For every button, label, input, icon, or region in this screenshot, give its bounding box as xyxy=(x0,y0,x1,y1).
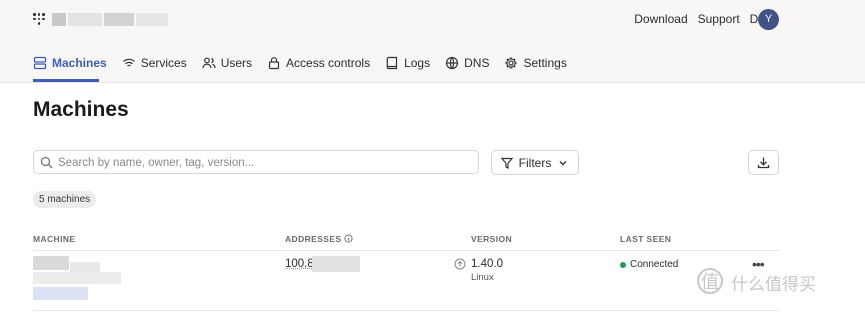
column-header-version[interactable]: VERSION xyxy=(471,234,512,244)
tab-label: Users xyxy=(220,56,253,70)
connected-status-dot xyxy=(620,262,626,268)
tab-label: Access controls xyxy=(286,56,371,70)
watermark: 值 什么值得买 xyxy=(697,268,857,304)
search-input[interactable] xyxy=(56,153,470,173)
tab-label: Logs xyxy=(404,56,431,70)
machine-os: Linux xyxy=(471,272,494,283)
users-icon xyxy=(202,57,216,69)
download-link[interactable]: Download xyxy=(634,12,687,26)
tab-dns[interactable]: DNS xyxy=(445,52,489,74)
tab-settings[interactable]: Settings xyxy=(504,52,567,74)
machine-name-redacted[interactable] xyxy=(33,256,69,270)
tailscale-logo-icon[interactable] xyxy=(33,13,45,25)
search-icon xyxy=(40,156,53,169)
machine-status: Connected xyxy=(630,259,679,270)
tab-users[interactable]: Users xyxy=(202,52,252,74)
lock-icon xyxy=(268,57,280,70)
page-title: Machines xyxy=(33,98,129,121)
machine-owner-redacted xyxy=(33,272,121,284)
update-available-icon[interactable] xyxy=(454,258,466,270)
machine-tag-redacted xyxy=(33,287,88,300)
info-icon[interactable] xyxy=(344,234,353,243)
wifi-icon xyxy=(122,58,135,67)
export-download-button[interactable] xyxy=(748,150,779,175)
column-header-last-seen[interactable]: LAST SEEN xyxy=(620,234,671,244)
book-icon xyxy=(386,56,398,70)
tab-label: DNS xyxy=(464,56,490,70)
tab-label: Machines xyxy=(52,56,107,70)
machine-version: 1.40.0 xyxy=(471,258,503,270)
machine-count-badge: 5 machines xyxy=(33,191,97,208)
download-icon xyxy=(757,157,770,169)
watermark-text: 什么值得买 xyxy=(731,275,816,295)
header-links: Download Support Docs xyxy=(634,12,777,26)
tab-services[interactable]: Services xyxy=(122,52,187,74)
chevron-down-icon xyxy=(559,160,567,165)
tab-label: Services xyxy=(140,56,187,70)
machine-address[interactable]: 100.8 xyxy=(285,258,314,270)
filters-label: Filters xyxy=(518,155,552,170)
column-header-addresses[interactable]: ADDRESSES xyxy=(285,234,353,244)
address-redacted xyxy=(312,256,360,272)
tailnet-name-redacted xyxy=(52,13,168,26)
main-nav: Machines Services Users Access controls … xyxy=(33,52,582,74)
search-box[interactable] xyxy=(33,150,479,174)
filter-icon xyxy=(500,157,513,169)
filters-button[interactable]: Filters xyxy=(491,150,579,175)
column-header-machine[interactable]: MACHINE xyxy=(33,234,75,244)
support-link[interactable]: Support xyxy=(698,12,740,26)
tab-label: Settings xyxy=(523,56,567,70)
server-icon xyxy=(33,56,47,70)
user-avatar[interactable]: Y xyxy=(758,9,779,30)
tab-access-controls[interactable]: Access controls xyxy=(267,52,370,74)
tab-logs[interactable]: Logs xyxy=(385,52,430,74)
tab-machines[interactable]: Machines xyxy=(33,52,107,74)
globe-icon xyxy=(446,56,459,70)
active-tab-indicator xyxy=(33,79,99,82)
addresses-header-label: ADDRESSES xyxy=(285,234,342,244)
watermark-logo-icon: 值 xyxy=(697,268,723,294)
table-row-divider xyxy=(33,310,779,311)
table-header-divider xyxy=(33,250,779,251)
gear-icon xyxy=(505,57,518,69)
